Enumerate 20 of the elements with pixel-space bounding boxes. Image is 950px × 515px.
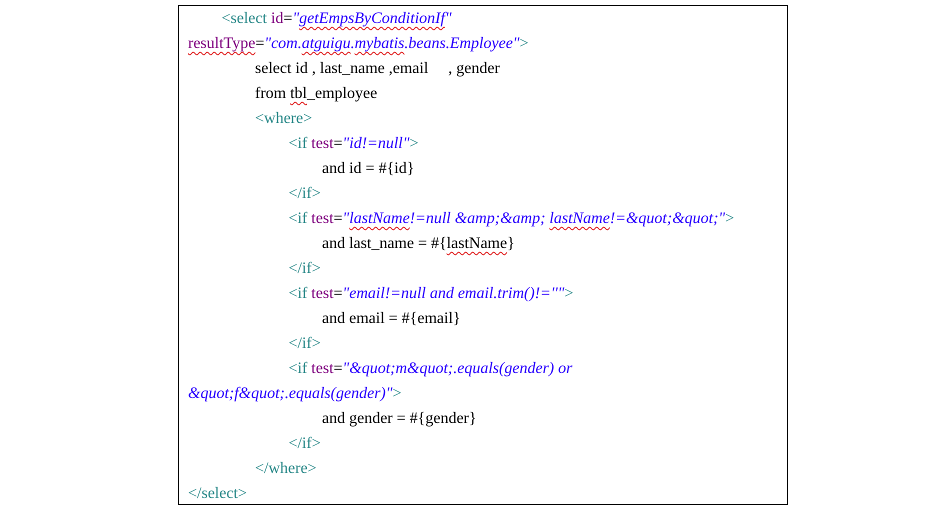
code-line: <if test="&quot;m&quot;.equals(gender) or [288, 359, 574, 379]
code-line: <if test="lastName!=null &amp;&amp; lastName!=&quot;&quot;"> [288, 209, 736, 229]
code-line: <if test="email!=null and email.trim()!=''"> [288, 284, 574, 304]
code-line: </if> [288, 184, 322, 204]
code-line: and email = #{email} [321, 309, 462, 329]
code-line: and last_name = #{lastName} [321, 234, 516, 254]
code-line: </if> [288, 259, 322, 279]
code-line: &quot;f&quot;.equals(gender)"> [188, 384, 402, 404]
code-line: and id = #{id} [321, 159, 416, 179]
code-line: </where> [254, 459, 318, 479]
code-line: </if> [288, 434, 322, 454]
code-line: </select> [188, 484, 248, 504]
code-line: <if test="id!=null"> [288, 134, 420, 154]
code-line: <where> [254, 109, 314, 129]
code-line: resultType="com.atguigu.mybatis.beans.Employee"> [188, 34, 530, 54]
code-line: select id , last_name ,email , gender [254, 59, 501, 79]
code-line: from tbl_employee [254, 84, 378, 104]
code-line: and gender = #{gender} [321, 409, 478, 429]
code-line: </if> [288, 334, 322, 354]
code-line: <select id="getEmpsByConditionIf" [220, 9, 453, 29]
